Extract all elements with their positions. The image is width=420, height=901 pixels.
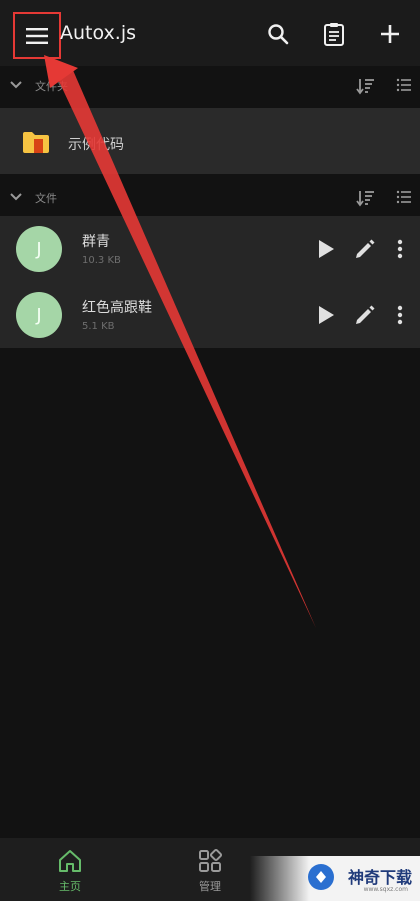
more-vert-icon[interactable] — [390, 237, 410, 261]
app-title: Autox.js — [60, 22, 136, 44]
folders-section-label: 文件夹 — [35, 80, 68, 93]
watermark-subtext: www.sqxz.com — [363, 886, 408, 893]
app-bar: Autox.js — [0, 0, 420, 66]
nav-label-home: 主页 — [59, 880, 81, 893]
clipboard-icon — [324, 23, 344, 46]
menu-icon — [26, 27, 48, 44]
chevron-down-icon[interactable] — [8, 189, 24, 205]
add-button[interactable] — [376, 20, 404, 48]
pencil-icon[interactable] — [354, 304, 376, 326]
folder-name: 示例代码 — [68, 137, 124, 153]
plus-icon — [381, 25, 399, 43]
file-name: 群青 — [82, 234, 110, 250]
file-avatar: J — [16, 292, 62, 338]
search-icon — [268, 24, 289, 45]
file-avatar: J — [16, 226, 62, 272]
folder-row[interactable]: 示例代码 — [0, 108, 420, 174]
grid-icon — [199, 848, 223, 872]
sort-icon[interactable] — [356, 76, 376, 96]
nav-item-home[interactable]: 主页 — [0, 838, 140, 901]
files-section-label: 文件 — [35, 192, 57, 205]
list-view-icon[interactable] — [396, 77, 412, 93]
more-vert-icon[interactable] — [390, 303, 410, 327]
files-section-header[interactable]: 文件 — [0, 180, 420, 218]
play-icon[interactable] — [316, 238, 336, 260]
file-size: 5.1 KB — [82, 321, 115, 332]
file-size: 10.3 KB — [82, 255, 121, 266]
chevron-down-icon[interactable] — [8, 77, 24, 93]
sort-icon[interactable] — [356, 188, 376, 208]
log-button[interactable] — [320, 20, 348, 48]
watermark-text: 神奇下载 — [347, 868, 412, 887]
search-button[interactable] — [264, 20, 292, 48]
list-view-icon[interactable] — [396, 189, 412, 205]
folders-section-header[interactable]: 文件夹 — [0, 68, 420, 106]
file-row[interactable]: J 群青 10.3 KB — [0, 216, 420, 282]
file-row[interactable]: J 红色高跟鞋 5.1 KB — [0, 282, 420, 348]
play-icon[interactable] — [316, 304, 336, 326]
folder-icon — [23, 132, 49, 153]
home-icon — [59, 850, 81, 872]
watermark-logo-icon — [308, 864, 334, 890]
pencil-icon[interactable] — [354, 238, 376, 260]
watermark: 神奇下载 www.sqxz.com — [250, 856, 420, 901]
menu-button[interactable] — [13, 12, 61, 59]
file-name: 红色高跟鞋 — [82, 300, 152, 316]
